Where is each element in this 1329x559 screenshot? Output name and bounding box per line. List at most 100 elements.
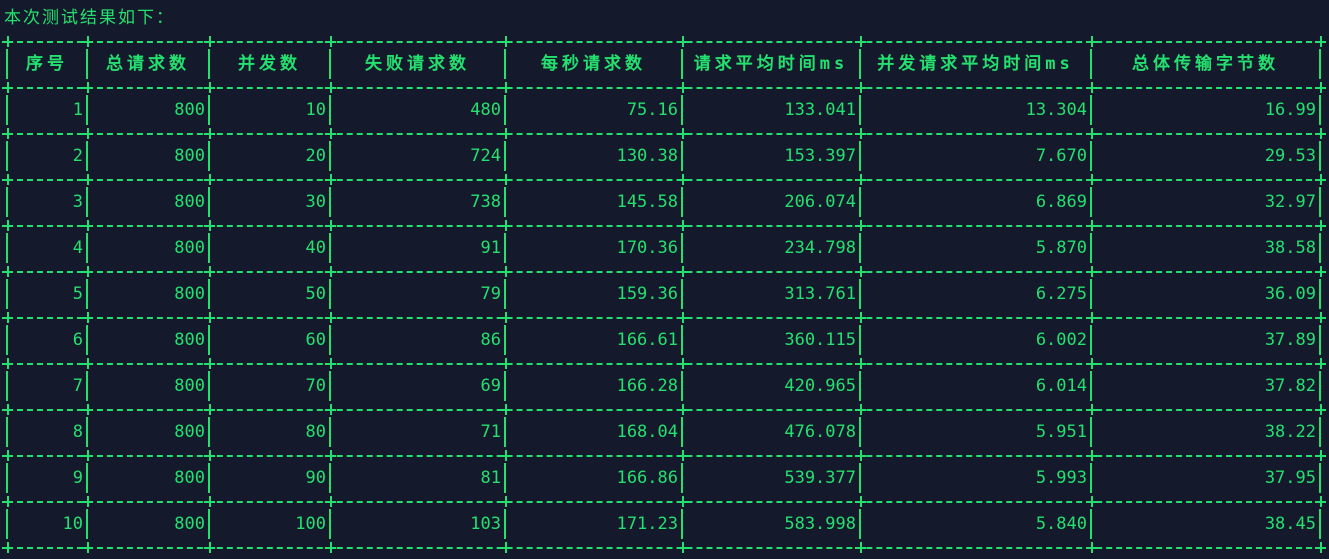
table-cell: 5.840 [1035,514,1087,534]
table-column-separator [859,95,861,125]
table-column-separator [329,279,331,309]
table-cell: 166.86 [616,468,678,488]
table-cell: 86 [480,330,501,350]
table-cell: 166.28 [616,376,678,396]
table-corner-marker [2,358,13,369]
table-corner-marker [2,404,13,415]
table-cell: 71 [480,422,501,442]
table-cell: 50 [305,284,326,304]
table-cell: 1 [72,100,83,120]
table-corner-marker [204,36,215,47]
table-column-separator [1319,279,1321,309]
table-corner-marker [204,542,215,553]
table-column-separator [6,187,8,217]
result-title: 本次测试结果如下： [4,8,175,28]
table-corner-marker [82,496,93,507]
table-column-separator [1090,463,1092,493]
table-cell: 800 [174,422,205,442]
table-column-separator [208,463,210,493]
table-corner-marker [204,450,215,461]
table-column-separator [6,95,8,125]
table-column-separator [1090,141,1092,171]
table-column-separator [681,279,683,309]
table-corner-marker [2,542,13,553]
table-corner-marker [82,174,93,185]
table-corner-marker [204,312,215,323]
table-corner-marker [1086,404,1097,415]
table-corner-marker [325,128,336,139]
table-cell: 38.45 [1264,514,1316,534]
table-column-separator [504,233,506,263]
table-column-separator [1090,417,1092,447]
table-column-separator [504,141,506,171]
table-column-separator [1090,95,1092,125]
table-cell: 7 [72,376,83,396]
table-corner-marker [82,36,93,47]
table-cell: 313.761 [784,284,856,304]
table-corner-marker [677,220,688,231]
table-cell: 13.304 [1025,100,1087,120]
table-corner-marker [500,542,511,553]
table-cell: 5 [72,284,83,304]
table-column-separator [208,371,210,401]
table-column-separator [329,187,331,217]
table-cell: 5.993 [1035,468,1087,488]
table-column-separator [1319,141,1321,171]
table-corner-marker [1086,542,1097,553]
table-column-separator [681,141,683,171]
table-cell: 800 [174,284,205,304]
table-corner-marker [500,266,511,277]
table-column-separator [859,233,861,263]
table-corner-marker [325,266,336,277]
table-corner-marker [1086,450,1097,461]
table-corner-marker [325,36,336,47]
table-header-cell: 每秒请求数 [541,54,646,74]
table-cell: 79 [480,284,501,304]
table-header-cell: 序号 [26,54,68,74]
table-corner-marker [1315,358,1326,369]
table-column-separator [329,325,331,355]
table-column-separator [1090,233,1092,263]
table-column-separator [859,371,861,401]
table-corner-marker [2,266,13,277]
table-corner-marker [1315,450,1326,461]
table-cell: 6.002 [1035,330,1087,350]
table-corner-marker [1086,496,1097,507]
table-cell: 75.16 [626,100,678,120]
table-corner-marker [1086,312,1097,323]
table-column-separator [329,371,331,401]
table-cell: 800 [174,376,205,396]
table-column-separator [86,279,88,309]
table-corner-marker [2,128,13,139]
table-column-separator [329,509,331,539]
table-column-separator [1319,187,1321,217]
table-column-separator [859,463,861,493]
table-corner-marker [677,542,688,553]
table-cell: 539.377 [784,468,856,488]
table-cell: 800 [174,468,205,488]
table-cell: 10 [305,100,326,120]
table-column-separator [859,279,861,309]
table-corner-marker [82,404,93,415]
table-column-separator [208,417,210,447]
table-cell: 738 [470,192,501,212]
table-corner-marker [677,128,688,139]
table-cell: 145.58 [616,192,678,212]
table-cell: 6.869 [1035,192,1087,212]
table-corner-marker [1086,174,1097,185]
table-column-separator [329,49,331,79]
table-corner-marker [325,82,336,93]
table-column-separator [86,141,88,171]
table-cell: 168.04 [616,422,678,442]
table-cell: 800 [174,100,205,120]
table-cell: 2 [72,146,83,166]
result-table: 序号 总请求数 并发数 失败请求数 每秒请求数 请求平均时间ms 并发请求平均时间ms 总体传… [0,32,1329,556]
table-column-separator [1090,509,1092,539]
table-cell: 10 [62,514,83,534]
table-column-separator [86,187,88,217]
table-corner-marker [677,312,688,323]
table-cell: 420.965 [784,376,856,396]
table-corner-marker [1315,174,1326,185]
table-column-separator [86,463,88,493]
table-corner-marker [2,450,13,461]
